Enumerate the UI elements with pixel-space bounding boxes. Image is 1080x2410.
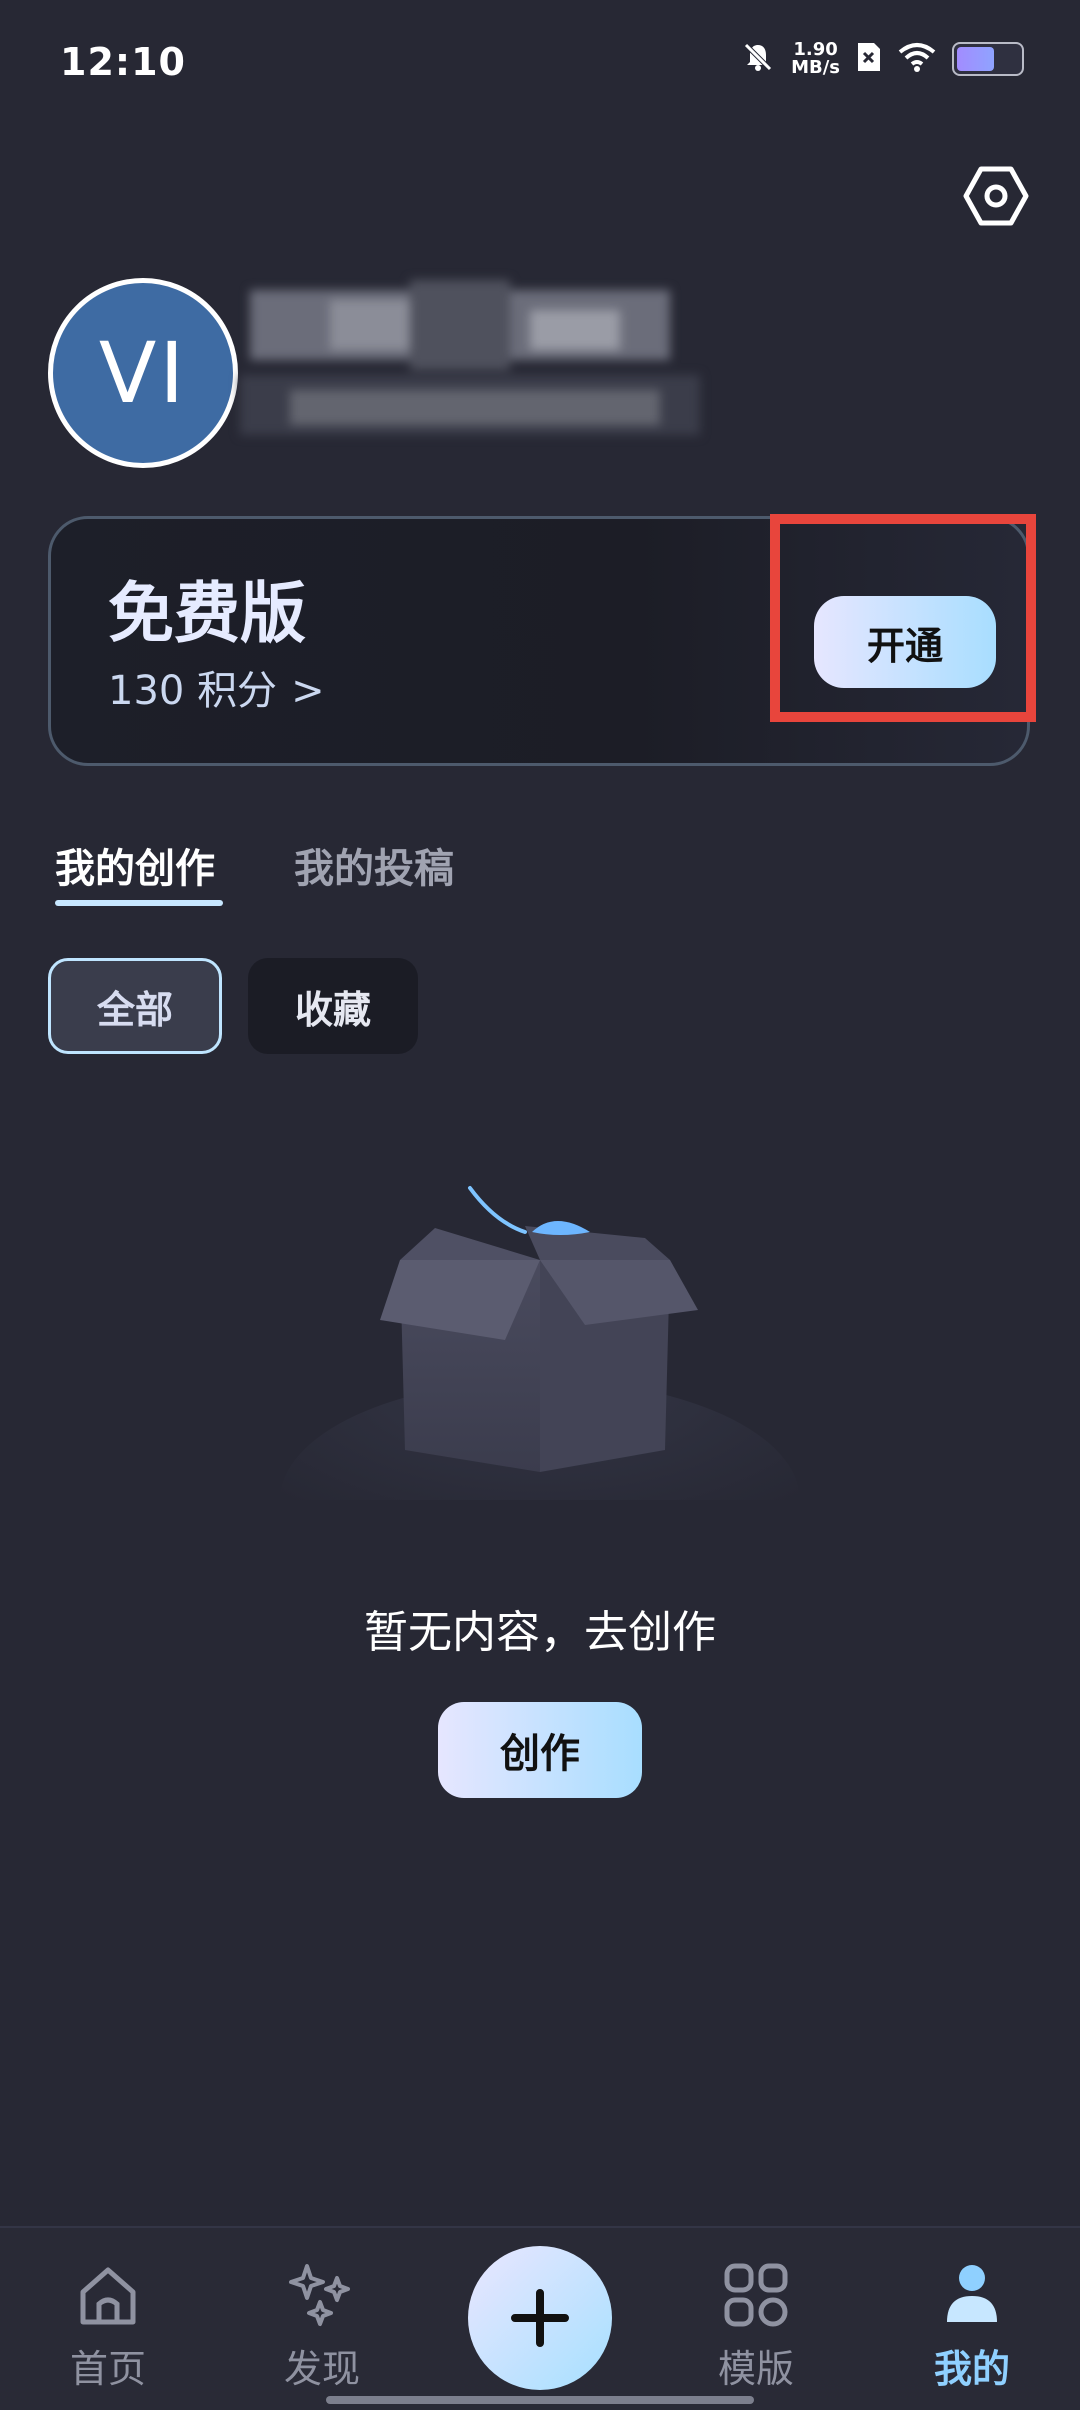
tab-my-submissions[interactable]: 我的投稿	[294, 836, 454, 894]
person-icon	[947, 2265, 997, 2322]
points-text: 130 积分	[108, 668, 278, 714]
activate-button[interactable]: 开通	[814, 596, 996, 688]
create-button[interactable]: 创作	[438, 1702, 642, 1798]
sim-x-icon	[856, 41, 882, 77]
points-link[interactable]: 130 积分 >	[108, 658, 325, 716]
avatar-initials: VI	[98, 324, 188, 422]
net-speed-unit: MB/s	[791, 57, 840, 78]
plan-title: 免费版	[108, 575, 306, 652]
nav-create-button[interactable]	[468, 2246, 612, 2390]
bell-off-icon	[741, 40, 775, 78]
chevron-right-icon: >	[291, 668, 325, 714]
nav-item-discover[interactable]: 发现	[242, 2260, 402, 2400]
nav-label-templates: 模版	[717, 2347, 794, 2391]
nav-item-home[interactable]: 首页	[28, 2260, 188, 2400]
user-info-redacted	[240, 280, 830, 450]
sparkles-icon	[289, 2264, 350, 2326]
nav-label-home: 首页	[69, 2347, 146, 2391]
home-icon	[80, 2267, 136, 2325]
tab-active-indicator	[55, 900, 223, 906]
filter-all-chip[interactable]: 全部	[48, 958, 222, 1054]
status-time: 12:10	[60, 40, 186, 84]
grid-icon	[724, 2263, 788, 2327]
settings-button[interactable]	[960, 160, 1032, 232]
empty-box-illustration	[270, 1170, 810, 1620]
nav-label-discover: 发现	[283, 2347, 360, 2391]
nav-item-me[interactable]: 我的	[892, 2260, 1052, 2400]
tab-my-creations[interactable]: 我的创作	[55, 836, 215, 894]
avatar[interactable]: VI	[48, 278, 238, 468]
settings-hexagon-icon	[963, 166, 1029, 226]
battery-level-fill	[957, 47, 995, 71]
nav-label-me: 我的	[933, 2347, 1010, 2391]
status-icons: 1.90 MB/s	[741, 40, 1024, 78]
net-speed: 1.90 MB/s	[791, 41, 840, 77]
wifi-icon	[898, 42, 936, 76]
nav-item-templates[interactable]: 模版	[676, 2260, 836, 2400]
empty-state-message: 暂无内容，去创作	[364, 1607, 716, 1658]
plus-icon	[511, 2289, 569, 2347]
home-indicator	[326, 2396, 754, 2404]
battery-icon	[952, 42, 1024, 76]
filter-favorites-chip[interactable]: 收藏	[248, 958, 418, 1054]
